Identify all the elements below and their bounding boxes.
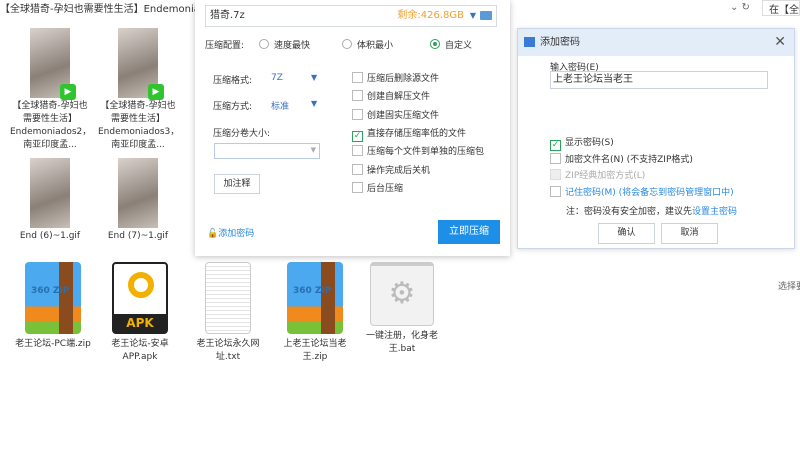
volume-label: 压缩分卷大小:: [213, 129, 271, 139]
option-store-low-ratio[interactable]: ✓ 直接存储压缩率低的文件: [352, 126, 466, 142]
text-file-icon: [205, 262, 251, 334]
free-space: 剩余:426.8GB: [397, 10, 464, 21]
file-item[interactable]: ▶ 【全球猎奇-孕妇也需要性生活】Endemoniados2，南亚印度孟...: [10, 28, 92, 152]
file-name: 上老王论坛当老王.zip: [283, 339, 347, 362]
folder-icon[interactable]: [480, 11, 492, 20]
add-comment-button[interactable]: 加注释: [214, 174, 260, 194]
file-item[interactable]: 360 ZIP 上老王论坛当老王.zip: [275, 262, 355, 364]
archive-icon: [524, 37, 535, 47]
option-background[interactable]: 后台压缩: [352, 181, 403, 194]
encrypt-filenames-checkbox[interactable]: 加密文件名(N) (不支持ZIP格式): [550, 152, 693, 165]
apk-icon: APK: [112, 262, 168, 334]
video-thumbnail: ▶: [30, 28, 76, 100]
breadcrumb[interactable]: 【全球猎奇-孕妇也需要性生活】Endemoniados2: [0, 0, 224, 15]
gif-thumbnail: [118, 158, 158, 228]
option-separate-archives[interactable]: 压缩每个文件到单独的压缩包: [352, 144, 484, 157]
file-item[interactable]: ▶ 【全球猎奇-孕妇也需要性生活】Endemoniados3，南亚印度孟...: [98, 28, 180, 152]
method-label: 压缩方式:: [213, 102, 253, 112]
zip-icon: 360 ZIP: [287, 262, 343, 334]
close-icon[interactable]: ✕: [774, 29, 786, 56]
ok-button[interactable]: 确认: [598, 223, 655, 244]
file-name: End (6)~1.gif: [19, 231, 81, 241]
option-solid[interactable]: 创建固实压缩文件: [352, 108, 439, 121]
show-password-checkbox[interactable]: ✓ 显示密码(S): [550, 135, 614, 151]
password-dialog: 添加密码 ✕ 输入密码(E) 上老王论坛当老王 ✓ 显示密码(S) 加密文件名(N)…: [517, 28, 795, 249]
chevron-down-icon: ▼: [311, 99, 318, 108]
video-thumbnail: ▶: [118, 28, 164, 100]
password-input[interactable]: 上老王论坛当老王: [550, 71, 768, 89]
config-label: 压缩配置:: [205, 41, 245, 51]
compress-now-button[interactable]: 立即压缩: [438, 220, 500, 244]
file-name: 【全球猎奇-孕妇也需要性生活】Endemoniados2，南亚印度孟...: [10, 101, 92, 150]
file-item[interactable]: 老王论坛永久网址.txt: [188, 262, 268, 364]
path-dropdown-icon[interactable]: ▼: [470, 6, 476, 26]
format-select[interactable]: 7Z ▼: [271, 73, 321, 83]
option-delete-source[interactable]: 压缩后删除源文件: [352, 71, 439, 84]
add-password-link[interactable]: 🔓添加密码: [207, 226, 254, 239]
gif-thumbnail: [30, 158, 70, 228]
chevron-down-icon: ▼: [311, 73, 318, 82]
file-item[interactable]: APK 老王论坛-安卓APP.apk: [100, 262, 180, 364]
file-name: 一键注册，化身老王.bat: [365, 331, 438, 354]
file-name: End (7)~1.gif: [107, 231, 169, 241]
file-item[interactable]: End (6)~1.gif: [10, 158, 90, 243]
radio-fastest[interactable]: 速度最快: [259, 38, 310, 51]
archive-filename: 猎奇.7z: [210, 10, 245, 21]
radio-custom[interactable]: 自定义: [430, 38, 472, 51]
video-badge-icon: ▶: [60, 84, 76, 100]
batch-file-gear-icon: ⚙: [370, 262, 434, 326]
set-master-password-link[interactable]: 设置主密码: [692, 207, 737, 217]
option-self-extract[interactable]: 创建自解压文件: [352, 89, 430, 102]
file-name: 老王论坛-PC端.zip: [15, 339, 91, 349]
status-text: 选择要: [778, 282, 800, 292]
method-select[interactable]: 标准 ▼: [271, 99, 321, 112]
file-name: 【全球猎奇-孕妇也需要性生活】Endemoniados3，南亚印度孟...: [98, 101, 180, 150]
search-input[interactable]: 在【全: [762, 0, 800, 16]
zip-icon: 360 ZIP: [25, 262, 81, 334]
video-badge-icon: ▶: [148, 84, 164, 100]
option-shutdown[interactable]: 操作完成后关机: [352, 163, 430, 176]
volume-size-select[interactable]: ▼: [214, 143, 320, 159]
compress-panel: 猎奇.7z 剩余:426.8GB ▼ 压缩配置: 速度最快 体积最小 自定义 压…: [195, 0, 510, 256]
radio-smallest[interactable]: 体积最小: [342, 38, 393, 51]
file-name: 老王论坛-安卓APP.apk: [111, 339, 169, 362]
format-label: 压缩格式:: [213, 76, 253, 86]
archive-path-input[interactable]: 猎奇.7z 剩余:426.8GB ▼: [205, 5, 497, 27]
dialog-title: 添加密码: [540, 37, 580, 48]
file-name: 老王论坛永久网址.txt: [196, 339, 260, 362]
cancel-button[interactable]: 取消: [661, 223, 718, 244]
lock-icon: 🔓: [207, 229, 219, 239]
file-item[interactable]: ⚙ 一键注册，化身老王.bat: [362, 262, 442, 356]
dropdown-refresh[interactable]: ⌄ ↻: [730, 2, 750, 13]
file-item[interactable]: 360 ZIP 老王论坛-PC端.zip: [13, 262, 93, 351]
remember-password-checkbox[interactable]: 记住密码(M) (将会备忘到密码管理窗口中): [550, 185, 734, 198]
note-text: 注：密码没有安全加密，建议先: [566, 207, 693, 217]
file-item[interactable]: End (7)~1.gif: [98, 158, 178, 243]
zip-classic-checkbox: ZIP经典加密方式(L): [550, 168, 645, 181]
